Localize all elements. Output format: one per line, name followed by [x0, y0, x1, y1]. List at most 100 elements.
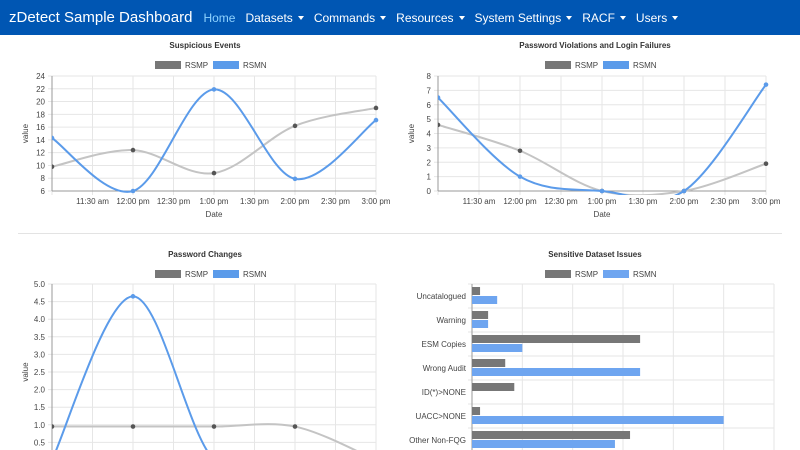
category-label: Other Non-FQG — [409, 436, 466, 445]
x-tick-label: 11:30 am — [463, 197, 496, 206]
bar-rsmp — [472, 287, 481, 295]
bar-rsmn — [472, 440, 615, 448]
chevron-down-icon — [566, 16, 573, 21]
nav-datasets-label: Datasets — [245, 10, 293, 25]
category-label: ID(*)>NONE — [422, 388, 466, 397]
category-label: UACC>NONE — [416, 412, 466, 421]
chart-title: Password Violations and Login Failures — [519, 41, 671, 50]
legend-swatch-rsmp — [155, 61, 181, 69]
x-tick-label: 2:30 pm — [321, 197, 350, 206]
chevron-down-icon — [619, 16, 626, 21]
x-axis-label: Date — [594, 210, 611, 219]
chart-legend: RSMP RSMN — [545, 270, 657, 279]
legend-label-rsmn: RSMN — [633, 270, 657, 279]
y-tick-label: 1.5 — [34, 403, 46, 412]
y-tick-label: 22 — [36, 85, 45, 94]
password-changes-chart: Password Changes RSMP RSMN 0.5 1.0 1.5 2.0 2.5 3… — [21, 250, 377, 450]
nav-racf-label: RACF — [582, 10, 615, 25]
chart-title: Password Changes — [168, 250, 242, 259]
y-tick-label: 2 — [427, 158, 432, 167]
nav-commands[interactable]: Commands — [309, 11, 391, 25]
data-point-rsmn — [292, 176, 298, 182]
x-tick-label: 3:00 pm — [752, 197, 781, 206]
app-title[interactable]: zDetect Sample Dashboard — [9, 9, 192, 26]
chart-legend: RSMP RSMN — [155, 270, 267, 279]
data-point-rsmp — [763, 161, 769, 166]
data-point-rsmp — [438, 122, 441, 128]
chevron-down-icon — [672, 16, 679, 21]
y-tick-label: 3.0 — [34, 350, 46, 359]
data-point-rsmn — [438, 95, 441, 100]
y-tick-label: 18 — [36, 110, 45, 119]
y-tick-label: 5 — [427, 115, 432, 124]
chart-title: Suspicious Events — [169, 41, 241, 50]
bar-rsmp — [472, 431, 631, 439]
chart-legend: RSMP RSMN — [545, 61, 657, 70]
legend-swatch-rsmp — [155, 270, 181, 278]
bar-rsmp — [472, 383, 515, 391]
chevron-down-icon — [458, 16, 465, 21]
legend-label-rsmn: RSMN — [243, 270, 267, 279]
chevron-down-icon — [380, 16, 387, 21]
x-tick-label: 1:30 pm — [629, 197, 658, 206]
category-label: ESM Copies — [422, 340, 466, 349]
x-tick-label: 2:30 pm — [711, 197, 740, 206]
nav-racf[interactable]: RACF — [577, 11, 631, 25]
legend-swatch-rsmp — [545, 270, 571, 278]
bar-rsmp — [472, 335, 641, 343]
y-tick-label: 1 — [427, 173, 432, 182]
data-point-rsmp — [130, 147, 136, 153]
y-tick-label: 12 — [36, 149, 45, 158]
legend-swatch-rsmp — [545, 61, 571, 69]
y-tick-label: 1.0 — [34, 421, 46, 430]
nav-resources[interactable]: Resources — [391, 11, 469, 25]
y-tick-label: 6 — [427, 101, 432, 110]
y-tick-label: 20 — [36, 98, 45, 107]
y-tick-label: 6 — [41, 187, 46, 196]
bar-rsmp — [472, 407, 481, 415]
top-navbar: zDetect Sample Dashboard Home Datasets C… — [0, 0, 800, 35]
chart-title: Sensitive Dataset Issues — [548, 250, 642, 259]
data-point-rsmn — [599, 188, 605, 194]
legend-label-rsmp: RSMP — [575, 270, 598, 279]
x-tick-label: 12:00 pm — [116, 197, 150, 206]
sensitive-dataset-issues-chart: Sensitive Dataset Issues RSMP RSMN Uncatalo… — [409, 250, 775, 450]
y-tick-label: 3.5 — [34, 333, 46, 342]
x-tick-label: 12:30 pm — [157, 197, 191, 206]
chart-legend: RSMP RSMN — [155, 61, 267, 70]
bar-rsmp — [472, 311, 489, 319]
data-point-rsmp — [130, 424, 136, 429]
bar-rsmp — [472, 359, 506, 367]
x-tick-label: 1:00 pm — [200, 197, 229, 206]
legend-label-rsmp: RSMP — [185, 61, 208, 70]
nav-home[interactable]: Home — [198, 11, 240, 25]
y-tick-label: 7 — [427, 86, 432, 95]
y-tick-label: 4.0 — [34, 315, 46, 324]
nav-datasets[interactable]: Datasets — [240, 11, 308, 25]
y-tick-label: 3 — [427, 144, 432, 153]
y-axis-label: value — [21, 123, 30, 143]
y-tick-label: 2.0 — [34, 386, 46, 395]
nav-system-settings[interactable]: System Settings — [470, 11, 578, 25]
y-tick-label: 4 — [427, 130, 432, 139]
legend-swatch-rsmn — [603, 270, 629, 278]
data-point-rsmn — [681, 188, 687, 194]
data-point-rsmn — [211, 87, 217, 92]
x-tick-label: 12:30 pm — [544, 197, 578, 206]
y-tick-label: 8 — [41, 174, 46, 183]
y-axis-label: value — [407, 123, 416, 143]
password-violations-chart: Password Violations and Login Failures RS… — [407, 41, 781, 219]
data-point-rsmp — [211, 424, 217, 429]
bar-rsmn — [472, 344, 523, 352]
x-tick-label: 1:00 pm — [588, 197, 617, 206]
category-label: Uncatalogued — [417, 292, 466, 301]
x-tick-label: 2:00 pm — [281, 197, 310, 206]
y-tick-label: 8 — [427, 72, 432, 81]
bar-rsmn — [472, 368, 641, 376]
y-tick-label: 2.5 — [34, 368, 46, 377]
data-point-rsmp — [211, 170, 217, 176]
nav-resources-label: Resources — [396, 10, 454, 25]
data-point-rsmn — [130, 188, 136, 194]
nav-users[interactable]: Users — [631, 11, 683, 25]
y-tick-label: 4.5 — [34, 298, 46, 307]
